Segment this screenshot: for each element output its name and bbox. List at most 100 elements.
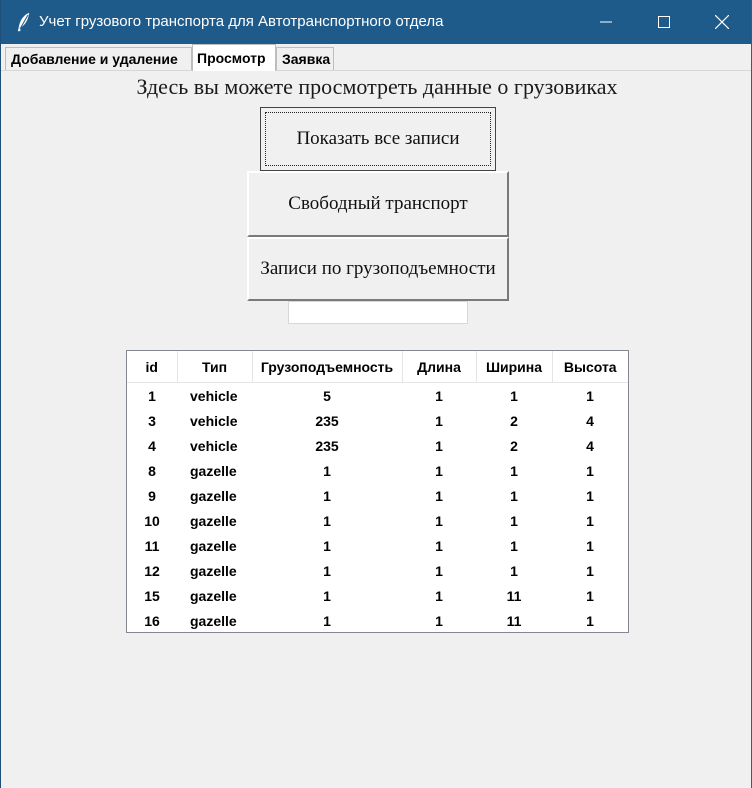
window-title: Учет грузового транспорта для Автотрансп… bbox=[39, 13, 444, 30]
cell-capacity: 1 bbox=[323, 537, 331, 554]
page-heading: Здесь вы можете просмотреть данные о гру… bbox=[136, 74, 618, 99]
table-row[interactable]: 12 gazelle 1 1 1 1 bbox=[127, 558, 628, 583]
cell-capacity: 5 bbox=[323, 387, 331, 404]
cell-capacity: 1 bbox=[323, 462, 331, 479]
by-capacity-button[interactable]: Записи по грузоподъемности bbox=[247, 237, 509, 301]
cell-id: 8 bbox=[148, 462, 156, 479]
cell-id: 3 bbox=[148, 412, 156, 429]
close-icon bbox=[715, 15, 729, 29]
table-row[interactable]: 10 gazelle 1 1 1 1 bbox=[127, 508, 628, 533]
minimize-button[interactable] bbox=[577, 0, 635, 44]
show-all-button[interactable]: Показать все записи bbox=[260, 107, 496, 171]
cell-width: 11 bbox=[506, 587, 522, 604]
cell-length: 1 bbox=[435, 462, 443, 479]
cell-type: vehicle bbox=[190, 387, 238, 404]
close-button[interactable] bbox=[693, 0, 751, 44]
cell-height: 1 bbox=[586, 487, 594, 504]
cell-height: 1 bbox=[586, 512, 594, 529]
cell-length: 1 bbox=[435, 387, 443, 404]
table-row[interactable]: 16 gazelle 1 1 11 1 bbox=[127, 608, 628, 632]
app-window: Учет грузового транспорта для Автотрансп… bbox=[0, 0, 752, 788]
table-header-row: id Тип Грузоподъемность Длина Ширина Выс… bbox=[127, 351, 628, 383]
cell-capacity: 1 bbox=[323, 587, 331, 604]
cell-id: 9 bbox=[148, 487, 156, 504]
cell-length: 1 bbox=[435, 587, 443, 604]
capacity-input[interactable] bbox=[288, 301, 468, 324]
cell-height: 4 bbox=[586, 412, 594, 429]
cell-width: 11 bbox=[506, 612, 522, 629]
cell-length: 1 bbox=[435, 487, 443, 504]
table-row[interactable]: 1 vehicle 5 1 1 1 bbox=[127, 383, 628, 409]
cell-length: 1 bbox=[435, 412, 443, 429]
cell-capacity: 1 bbox=[323, 562, 331, 579]
table-row[interactable]: 4 vehicle 235 1 2 4 bbox=[127, 433, 628, 458]
cell-width: 1 bbox=[510, 537, 518, 554]
cell-height: 1 bbox=[586, 612, 594, 629]
cell-id: 16 bbox=[144, 612, 160, 629]
cell-width: 1 bbox=[510, 487, 518, 504]
cell-height: 1 bbox=[586, 387, 594, 404]
cell-type: vehicle bbox=[190, 412, 238, 429]
cell-type: vehicle bbox=[190, 437, 238, 454]
cell-capacity: 1 bbox=[323, 612, 331, 629]
column-header-width[interactable]: Ширина bbox=[476, 351, 553, 383]
cell-height: 1 bbox=[586, 462, 594, 479]
tab-view[interactable]: Просмотр bbox=[192, 44, 276, 71]
cell-id: 12 bbox=[144, 562, 160, 579]
cell-height: 4 bbox=[586, 437, 594, 454]
maximize-icon bbox=[658, 16, 670, 28]
free-transport-label: Свободный транспорт bbox=[288, 193, 468, 214]
cell-capacity: 235 bbox=[315, 412, 339, 429]
cell-capacity: 1 bbox=[323, 487, 331, 504]
table-row[interactable]: 15 gazelle 1 1 11 1 bbox=[127, 583, 628, 608]
free-transport-button[interactable]: Свободный транспорт bbox=[247, 171, 509, 237]
cell-type: gazelle bbox=[190, 587, 237, 604]
cell-length: 1 bbox=[435, 512, 443, 529]
cell-length: 1 bbox=[435, 437, 443, 454]
notebook-tabs: Добавление и удаление Просмотр Заявка bbox=[1, 44, 751, 71]
cell-type: gazelle bbox=[190, 487, 237, 504]
cell-type: gazelle bbox=[190, 537, 237, 554]
column-header-type[interactable]: Тип bbox=[177, 351, 253, 383]
cell-type: gazelle bbox=[190, 562, 237, 579]
tab-add-delete[interactable]: Добавление и удаление bbox=[5, 47, 192, 70]
cell-type: gazelle bbox=[190, 512, 237, 529]
column-header-height[interactable]: Высота bbox=[552, 351, 628, 383]
cell-length: 1 bbox=[435, 562, 443, 579]
table-row[interactable]: 9 gazelle 1 1 1 1 bbox=[127, 483, 628, 508]
cell-width: 1 bbox=[510, 387, 518, 404]
cell-height: 1 bbox=[586, 587, 594, 604]
cell-width: 1 bbox=[510, 462, 518, 479]
by-capacity-label: Записи по грузоподъемности bbox=[260, 258, 496, 279]
column-header-capacity[interactable]: Грузоподъемность bbox=[252, 351, 403, 383]
cell-length: 1 bbox=[435, 537, 443, 554]
table-row[interactable]: 3 vehicle 235 1 2 4 bbox=[127, 408, 628, 433]
cell-id: 1 bbox=[148, 387, 156, 404]
cell-width: 1 bbox=[510, 562, 518, 579]
cell-width: 1 bbox=[510, 512, 518, 529]
cell-height: 1 bbox=[586, 537, 594, 554]
focus-ring bbox=[265, 112, 491, 166]
cell-height: 1 bbox=[586, 562, 594, 579]
cell-length: 1 bbox=[435, 612, 443, 629]
cell-capacity: 1 bbox=[323, 512, 331, 529]
title-bar[interactable]: Учет грузового транспорта для Автотрансп… bbox=[1, 0, 751, 44]
cell-capacity: 235 bbox=[315, 437, 339, 454]
cell-id: 10 bbox=[144, 512, 160, 529]
cell-type: gazelle bbox=[190, 612, 237, 629]
cell-type: gazelle bbox=[190, 462, 237, 479]
table-row[interactable]: 11 gazelle 1 1 1 1 bbox=[127, 533, 628, 558]
trucks-table[interactable]: id Тип Грузоподъемность Длина Ширина Выс… bbox=[126, 350, 629, 633]
cell-id: 15 bbox=[144, 587, 160, 604]
column-header-length[interactable]: Длина bbox=[402, 351, 477, 383]
cell-id: 11 bbox=[144, 537, 160, 554]
cell-id: 4 bbox=[148, 437, 156, 454]
tab-order[interactable]: Заявка bbox=[276, 47, 334, 70]
table-row[interactable]: 8 gazelle 1 1 1 1 bbox=[127, 458, 628, 483]
maximize-button[interactable] bbox=[635, 0, 693, 44]
column-header-id[interactable]: id bbox=[127, 351, 178, 383]
cell-width: 2 bbox=[510, 437, 518, 454]
feather-icon bbox=[15, 12, 33, 32]
minimize-icon bbox=[600, 21, 612, 23]
cell-width: 2 bbox=[510, 412, 518, 429]
